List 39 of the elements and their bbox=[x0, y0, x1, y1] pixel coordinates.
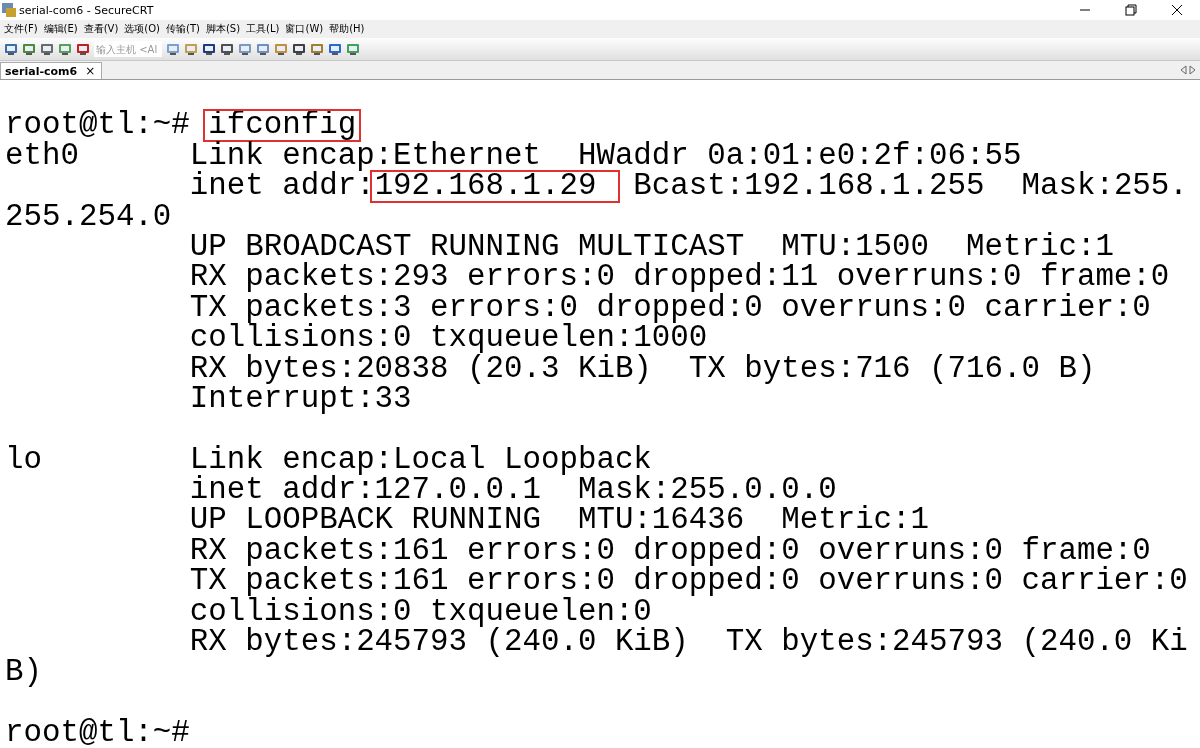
monitor-icon[interactable] bbox=[58, 42, 72, 56]
menu-item[interactable]: 窗口(W) bbox=[285, 22, 324, 36]
terminal-text: RX packets:293 errors:0 dropped:11 overruns:0 frame:0 bbox=[188, 262, 1170, 293]
menu-item[interactable]: 编辑(E) bbox=[43, 22, 78, 36]
terminal-text: TX packets:3 errors:0 dropped:0 overruns:0 carrier:0 bbox=[188, 292, 1151, 324]
highlighted-text: ifconfig bbox=[204, 110, 361, 141]
app-icon bbox=[2, 3, 16, 17]
terminal-text: UP LOOPBACK RUNNING MTU:16436 Metric:1 bbox=[188, 505, 930, 536]
menu-item[interactable]: 传输(T) bbox=[166, 22, 200, 36]
terminal-text: collisions:0 txqueuelen:0 bbox=[188, 596, 652, 628]
menu-item[interactable]: 脚本(S) bbox=[205, 22, 241, 36]
terminal-text: RX packets:161 errors:0 dropped:0 overruns:0 frame:0 bbox=[188, 535, 1151, 567]
terminal-text: TX packets:161 errors:0 dropped:0 overruns:0 carrier:0 bbox=[188, 566, 1188, 597]
menu-item[interactable]: 查看(V) bbox=[83, 22, 119, 36]
terminal-text: collisions:0 txqueuelen:1000 bbox=[188, 323, 708, 354]
terminal-text: root@tl:~# bbox=[5, 110, 191, 141]
terminal-text: B) bbox=[5, 657, 42, 688]
terminal-text: Bcast:192.168.1.255 Mask:255. bbox=[632, 171, 1188, 202]
scroll-arrows-icon[interactable] bbox=[1178, 64, 1198, 76]
window-title: serial-com6 - SecureCRT bbox=[19, 3, 155, 17]
terminal-text: RX bytes:245793 (240.0 KiB) TX bytes:245793 (240.0 Ki bbox=[188, 627, 1188, 658]
terminal-text: UP BROADCAST RUNNING MULTICAST MTU:1500 Metric:1 bbox=[188, 231, 1114, 263]
menu-item[interactable]: 文件(F) bbox=[4, 22, 38, 36]
terminal-text: RX bytes:20838 (20.3 KiB) TX bytes:716 (716.0 B) bbox=[188, 353, 1096, 384]
host-field[interactable]: 输入主机 <Al bbox=[94, 41, 162, 57]
menu-item[interactable]: 工具(L) bbox=[246, 22, 280, 36]
monitor-icon[interactable] bbox=[4, 42, 18, 56]
monitor-icon[interactable] bbox=[40, 42, 54, 56]
monitor-icon[interactable] bbox=[22, 42, 36, 56]
session-tab[interactable]: serial-com6 × bbox=[0, 62, 103, 79]
terminal-text: Interrupt:33 bbox=[188, 383, 412, 415]
terminal-text: inet addr:127.0.0.1 Mask:255.0.0.0 bbox=[188, 475, 837, 506]
tab-close-button[interactable]: × bbox=[85, 64, 96, 78]
terminal-text: eth0 Link encap:Ethernet HWaddr 0a:01:e0:2f:06:55 bbox=[5, 140, 1022, 172]
terminal-text: root@tl:~# bbox=[5, 718, 191, 748]
menu-item[interactable]: 选项(O) bbox=[124, 22, 161, 36]
terminal-text: lo Link encap:Local Loopback bbox=[5, 444, 652, 476]
menu-item[interactable]: 帮助(H) bbox=[329, 22, 365, 36]
terminal-text: 255.254.0 bbox=[5, 201, 172, 232]
